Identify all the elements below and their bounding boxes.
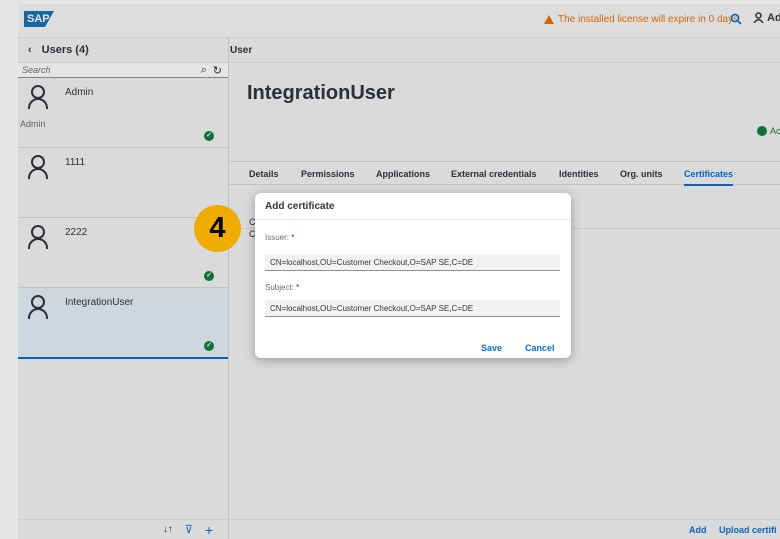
add-certificate-dialog: Add certificate Issuer: * CN=localhost,O… [255,193,571,358]
subject-field[interactable]: CN=localhost,OU=Customer Checkout,O=SAP … [265,300,560,317]
issuer-label: Issuer: * [265,233,295,242]
cancel-button[interactable]: Cancel [525,343,555,353]
subject-label: Subject: * [265,283,300,292]
issuer-field[interactable]: CN=localhost,OU=Customer Checkout,O=SAP … [265,254,560,271]
dialog-title: Add certificate [255,193,571,220]
step-badge: 4 [194,205,241,252]
save-button[interactable]: Save [481,343,502,353]
